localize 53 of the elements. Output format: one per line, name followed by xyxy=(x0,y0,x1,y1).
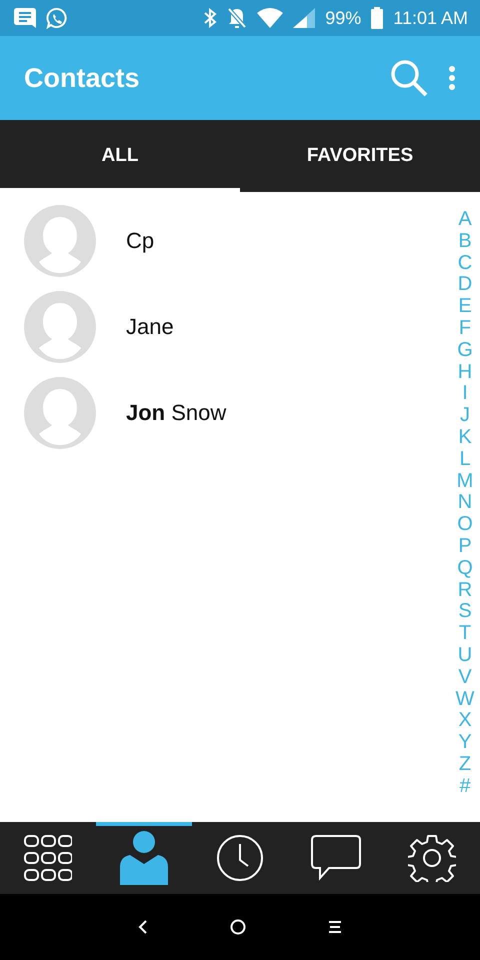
back-icon[interactable] xyxy=(138,919,148,935)
bluetooth-icon xyxy=(203,8,218,28)
bell-off-icon xyxy=(227,7,248,29)
index-letter[interactable]: Q xyxy=(457,558,473,580)
index-letter[interactable]: U xyxy=(458,644,472,667)
index-letter[interactable]: Z xyxy=(458,754,472,776)
index-letter[interactable]: G xyxy=(457,340,473,362)
index-letter[interactable]: F xyxy=(458,318,472,340)
clock-time: 11:01 AM xyxy=(393,8,468,28)
wifi-icon xyxy=(257,8,284,28)
index-letter[interactable]: X xyxy=(458,710,472,732)
index-letter[interactable]: N xyxy=(458,492,472,514)
index-letter[interactable]: B xyxy=(458,230,472,253)
tab[interactable]: ALL xyxy=(0,120,240,192)
index-letter[interactable]: P xyxy=(458,536,472,558)
index-letter[interactable]: J xyxy=(460,405,470,427)
message-icon xyxy=(14,8,36,28)
signal-icon xyxy=(293,8,316,28)
index-letter[interactable]: T xyxy=(458,623,472,645)
index-letter[interactable]: A xyxy=(458,209,472,231)
app-title: Contacts xyxy=(24,62,141,94)
tab[interactable]: FAVORITES xyxy=(240,120,480,192)
person-icon xyxy=(120,831,168,885)
settings-icon xyxy=(408,834,456,882)
contact-name[interactable]: Jon Snow xyxy=(126,400,226,426)
index-letter[interactable]: O xyxy=(457,514,473,536)
dialpad-icon xyxy=(24,834,72,882)
chat-bubble-icon xyxy=(311,835,361,881)
index-letter[interactable]: K xyxy=(458,426,472,449)
index-letter[interactable]: Y xyxy=(458,732,472,754)
battery-icon xyxy=(371,7,384,29)
avatar-icon xyxy=(24,377,96,449)
index-letter[interactable]: # xyxy=(459,776,471,798)
index-letter[interactable]: W xyxy=(456,688,474,710)
recents-icon[interactable] xyxy=(328,920,342,934)
index-letter[interactable]: R xyxy=(458,580,472,602)
index-letter[interactable]: H xyxy=(458,362,472,384)
battery-percent: 99% xyxy=(325,8,362,28)
avatar-icon xyxy=(24,205,96,277)
index-letter[interactable]: I xyxy=(462,383,468,406)
index-letter[interactable]: D xyxy=(458,274,472,296)
avatar-icon xyxy=(24,291,96,363)
index-letter[interactable]: L xyxy=(459,448,471,471)
contact-name[interactable]: Cp xyxy=(126,228,154,254)
clock-icon xyxy=(216,834,264,882)
index-letter[interactable]: V xyxy=(458,666,472,689)
contact-name[interactable]: Jane xyxy=(126,314,174,340)
index-letter[interactable]: S xyxy=(458,601,472,624)
index-letter[interactable]: C xyxy=(458,252,472,274)
index-letter[interactable]: M xyxy=(456,470,474,492)
index-letter[interactable]: E xyxy=(458,296,472,318)
phone-bubble-icon xyxy=(46,7,68,29)
home-icon[interactable] xyxy=(230,919,246,935)
